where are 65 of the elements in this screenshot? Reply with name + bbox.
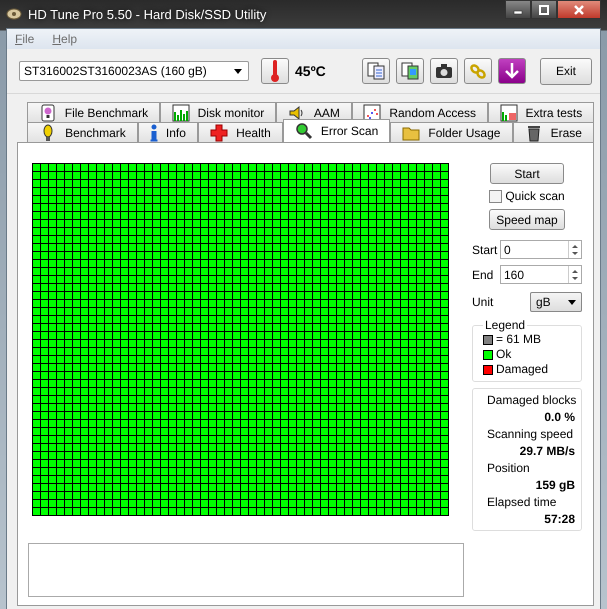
down-arrow-icon (502, 61, 522, 81)
start-label: Start (472, 242, 498, 256)
stat-label: Position (487, 460, 531, 477)
camera-icon (434, 61, 454, 81)
stat-label: Scanning speed (487, 426, 574, 443)
copy-image-button[interactable] (396, 58, 424, 84)
tab[interactable]: Disk monitor (160, 102, 276, 122)
menu-item[interactable]: File (15, 32, 34, 46)
cross-icon (210, 124, 228, 142)
save-button[interactable] (498, 58, 526, 84)
copy-button[interactable] (362, 58, 390, 84)
stat-value: 0.0 % (543, 409, 575, 426)
stat-value: 29.7 MB/s (518, 443, 575, 460)
documents-icon (366, 61, 386, 81)
tab[interactable]: Random Access (352, 102, 488, 122)
end-label: End (472, 268, 494, 282)
unit-dropdown[interactable]: gB (530, 292, 582, 312)
menu-item[interactable]: Help (52, 32, 78, 46)
maximize-button[interactable] (531, 0, 557, 19)
stat-label: Elapsed time (487, 494, 558, 511)
thermometer-icon (269, 59, 281, 83)
legend-label: Ok (496, 347, 512, 362)
caret-icon (568, 300, 576, 304)
camera-button[interactable] (430, 58, 458, 84)
legend-title: Legend (484, 318, 526, 332)
legend-label: = 61 MB (496, 332, 542, 347)
drive-dropdown[interactable]: ST316002ST3160023AS (160 gB) (19, 61, 249, 81)
end-spinbox[interactable]: 160 (500, 265, 582, 284)
info-icon (150, 124, 158, 142)
thermometer-button[interactable] (261, 58, 289, 84)
window-title: HD Tune Pro 5.50 - Hard Disk/SSD Utility (28, 6, 266, 22)
tab[interactable]: Error Scan (282, 119, 390, 142)
disk-icon (6, 6, 22, 22)
close-button[interactable] (557, 0, 601, 19)
caret-icon (234, 68, 242, 74)
bars-grid-icon (500, 104, 518, 122)
minimize-button[interactable] (505, 0, 531, 19)
tab[interactable]: File Benchmark (27, 102, 160, 122)
quick-scan-checkbox[interactable] (489, 190, 502, 202)
quick-scan-label: Quick scan (505, 189, 565, 203)
chain-icon (468, 61, 488, 81)
tab[interactable]: Benchmark (27, 122, 138, 142)
stat-label: Damaged blocks (487, 392, 575, 409)
bars-icon (172, 104, 190, 122)
speed-map-button[interactable]: Speed map (489, 209, 565, 230)
tab[interactable]: Folder Usage (390, 122, 513, 142)
stat-value: 159 gB (534, 477, 575, 494)
bulb-file-icon (38, 104, 57, 122)
tab[interactable]: Health (198, 122, 283, 142)
chain-button[interactable] (464, 58, 492, 84)
tab[interactable]: Erase (512, 122, 594, 142)
exit-button[interactable]: Exit (540, 58, 592, 84)
close-icon (573, 4, 585, 16)
scatter-icon (363, 104, 382, 122)
legend-label: Damaged (496, 362, 548, 377)
maximize-icon (539, 4, 549, 14)
tab[interactable]: Info (138, 122, 198, 142)
magnifier-icon (294, 122, 313, 140)
stat-value: 57:28 (543, 511, 575, 528)
start-spinbox[interactable]: 0 (500, 240, 582, 259)
unit-label: Unit (472, 295, 494, 309)
temperature-reading: 45ºC (295, 63, 326, 79)
tab[interactable]: Extra tests (488, 102, 594, 122)
start-button[interactable]: Start (490, 163, 564, 184)
image-copy-icon (400, 61, 420, 81)
